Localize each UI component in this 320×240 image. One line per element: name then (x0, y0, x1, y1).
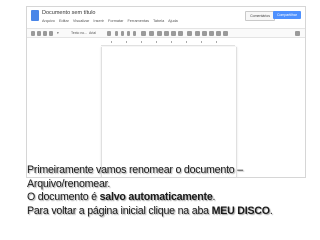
zoom-select[interactable]: ▾ (57, 31, 59, 35)
comment-icon[interactable] (149, 31, 154, 36)
comments-button[interactable]: Comentários (245, 11, 275, 21)
ruler (101, 40, 235, 46)
style-select[interactable]: Texto no... (71, 31, 87, 35)
caption-line-3: O documento é salvo automaticamente. (27, 191, 317, 205)
docs-app-icon[interactable] (31, 10, 39, 21)
caption-line-4-end: . (269, 204, 273, 217)
formatting-toolbar: ▾ Texto no... Arial (27, 28, 305, 38)
caption-line-4-bold: MEU DISCO (211, 204, 270, 217)
caption-line-3-text: O documento é (27, 191, 100, 203)
align-right-icon[interactable] (171, 31, 176, 36)
line-spacing-icon[interactable] (187, 31, 192, 36)
menu-ferramentas[interactable]: Ferramentas (127, 19, 149, 23)
font-size-select[interactable] (107, 31, 111, 36)
title-bar: Documento sem título Arquivo Editar Visu… (27, 7, 305, 28)
menu-editar[interactable]: Editar (59, 19, 69, 23)
bold-icon[interactable] (115, 31, 118, 36)
underline-icon[interactable] (127, 31, 130, 36)
paint-format-icon[interactable] (49, 31, 53, 36)
bulleted-list-icon[interactable] (202, 31, 207, 36)
link-icon[interactable] (141, 31, 146, 36)
align-center-icon[interactable] (164, 31, 169, 36)
print-icon[interactable] (31, 31, 35, 36)
document-title[interactable]: Documento sem título (42, 10, 96, 16)
italic-icon[interactable] (121, 31, 124, 36)
google-docs-screenshot: Documento sem título Arquivo Editar Visu… (26, 6, 306, 178)
undo-icon[interactable] (37, 31, 41, 36)
redo-icon[interactable] (43, 31, 47, 36)
menu-arquivo[interactable]: Arquivo (42, 19, 55, 23)
align-justify-icon[interactable] (178, 31, 183, 36)
numbered-list-icon[interactable] (195, 31, 200, 36)
caption-line-1: Primeiramente vamos renomear o documento… (27, 164, 243, 176)
text-color-icon[interactable] (133, 31, 136, 36)
caption-line-3-end: . (212, 191, 216, 203)
caption-line-4: Para voltar a página inicial clique na a… (27, 205, 317, 219)
menu-visualizar[interactable]: Visualizar (73, 19, 89, 23)
caption-line-2: Arquivo/renomear. (27, 177, 111, 190)
collapse-icon[interactable] (295, 31, 300, 36)
slide-caption: Primeiramente vamos renomear o documento… (27, 164, 317, 218)
menu-bar: Arquivo Editar Visualizar Inserir Format… (42, 19, 181, 23)
caption-line-4-text: Para voltar a página inicial clique na a… (27, 204, 212, 217)
share-button[interactable]: Compartilhar (272, 11, 301, 19)
caption-line-3-bold: salvo automaticamente (99, 191, 213, 203)
increase-indent-icon[interactable] (216, 31, 221, 36)
document-page[interactable] (101, 47, 237, 177)
menu-inserir[interactable]: Inserir (93, 19, 104, 23)
align-left-icon[interactable] (157, 31, 162, 36)
clear-formatting-icon[interactable] (223, 31, 228, 36)
slide: { "screenshot": { "doc_title": "Document… (0, 0, 320, 240)
decrease-indent-icon[interactable] (209, 31, 214, 36)
font-select[interactable]: Arial (89, 31, 96, 35)
menu-formatar[interactable]: Formatar (108, 19, 123, 23)
menu-tabela[interactable]: Tabela (153, 19, 164, 23)
menu-ajuda[interactable]: Ajuda (168, 19, 178, 23)
